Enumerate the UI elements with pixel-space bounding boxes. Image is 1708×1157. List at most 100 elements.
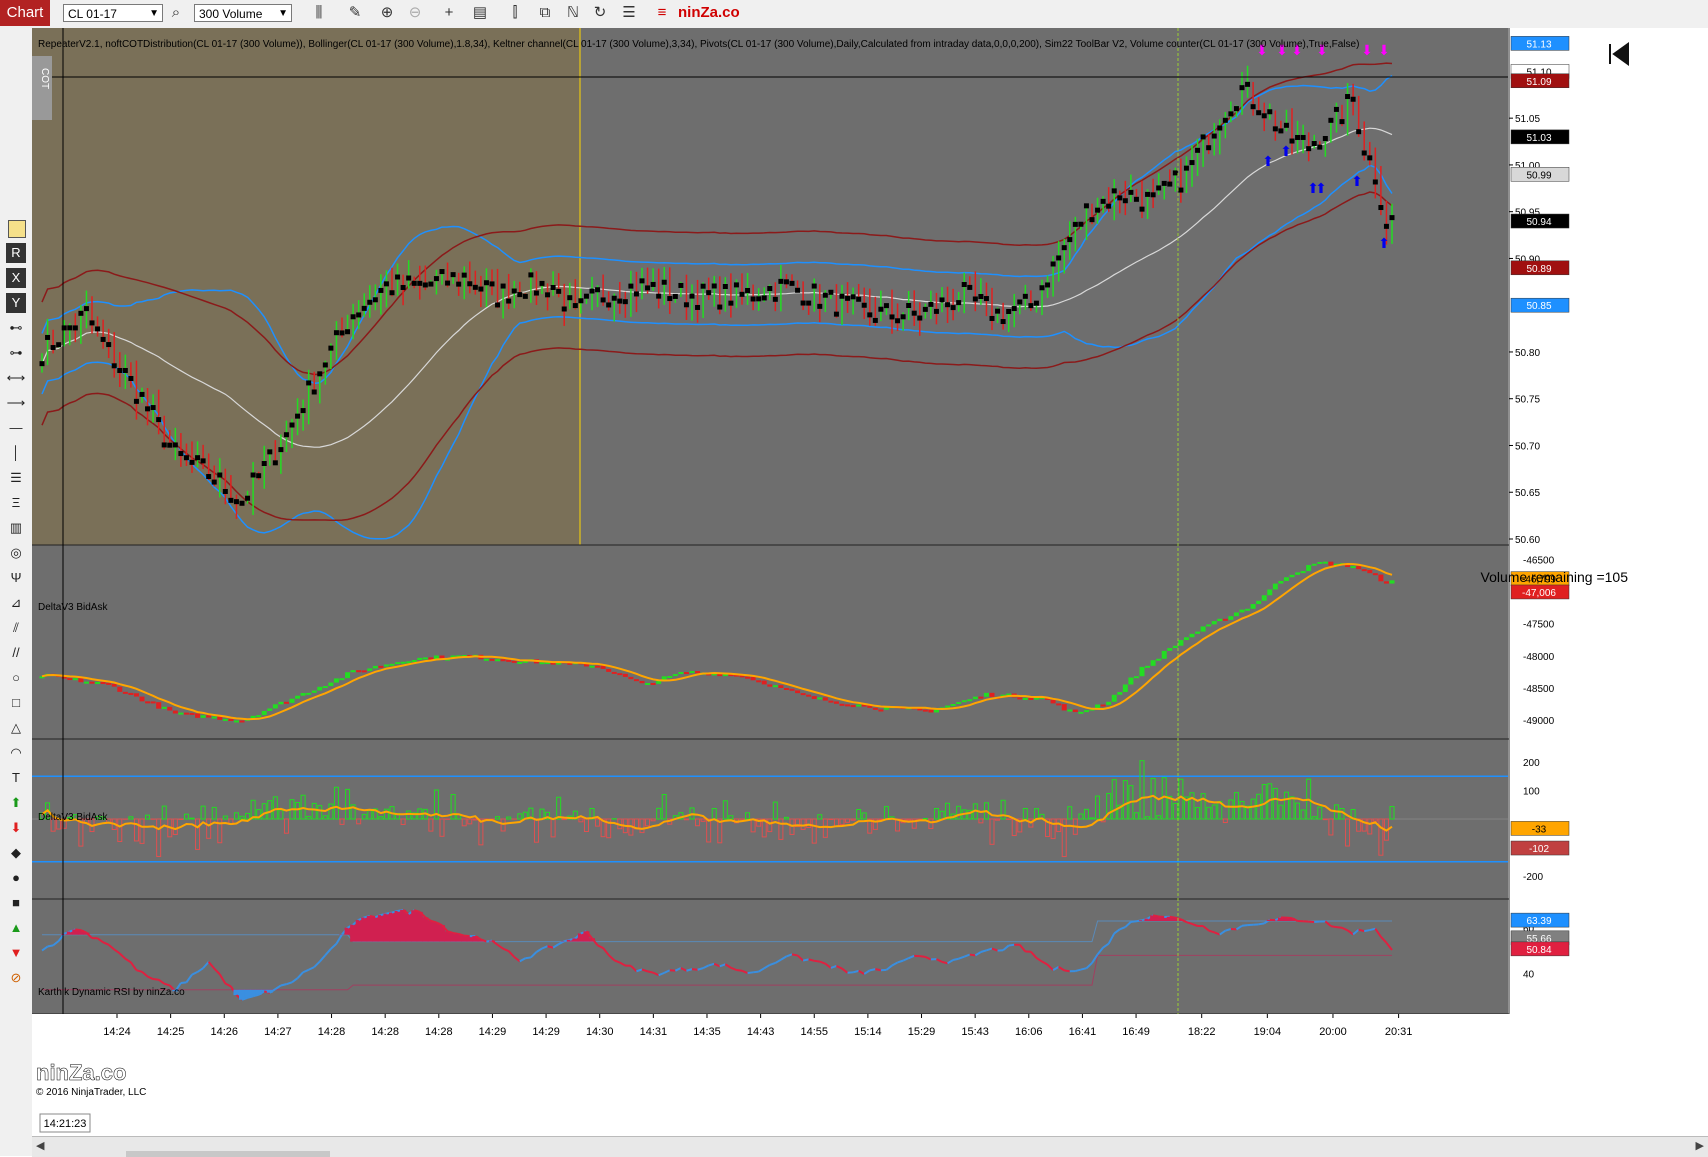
delta-candle (501, 659, 506, 661)
time-tick-label: 15:29 (908, 1026, 936, 1038)
period-select[interactable]: 300 Volume▼ (194, 4, 292, 22)
repeater-close-dot (1145, 192, 1150, 197)
delta-candle (284, 702, 289, 704)
delta-candle (1156, 659, 1161, 661)
cumulative-delta-panel[interactable] (32, 545, 1508, 739)
repeater-close-dot (301, 408, 306, 413)
scroll-right-icon[interactable]: ▶ (1696, 1139, 1704, 1152)
repeater-close-dot (762, 295, 767, 300)
remove-drawings-tool-icon[interactable]: ⊘ (6, 968, 26, 988)
dot-tool-icon[interactable]: ● (6, 868, 26, 888)
rsi-segment (1364, 930, 1370, 931)
delta-candle (1134, 676, 1139, 678)
diamond-tool-icon[interactable]: ◆ (6, 843, 26, 863)
repeater-close-dot (923, 307, 928, 312)
vertical-line-tool-icon[interactable]: │ (6, 443, 26, 463)
text-tool-icon[interactable]: T (6, 768, 26, 788)
bar-type-icon[interactable]: ⫼ (309, 3, 329, 23)
horizontal-line-tool-icon[interactable]: — (6, 418, 26, 438)
repeater-close-dot (423, 282, 428, 287)
repeater-close-dot (956, 300, 961, 305)
repeater-close-dot (1151, 192, 1156, 197)
arc-tool-icon[interactable]: ◠ (6, 743, 26, 763)
delta-candle (390, 664, 395, 666)
andrews-pitchfork-tool-icon[interactable]: Ψ (6, 568, 26, 588)
line-tool-icon[interactable]: ⊷ (6, 318, 26, 338)
crosshair-icon[interactable]: + (439, 3, 459, 23)
scrollbar-thumb[interactable] (126, 1151, 330, 1157)
delta-bars-panel[interactable] (32, 739, 1508, 899)
instrument-select[interactable]: CL 01-17▼ (63, 4, 163, 22)
arrow-up-tool-icon[interactable]: ⬆ (6, 793, 26, 813)
repeater-close-dot (445, 281, 450, 286)
risk-reward-tool-icon[interactable]: R (6, 243, 26, 263)
y-axis-tool-icon[interactable]: Y (6, 293, 26, 313)
data-box-icon[interactable]: ▤ (470, 3, 490, 23)
regression-channel-tool-icon[interactable]: ⫽ (6, 618, 26, 638)
delta-candle (873, 708, 878, 710)
delta-candle (395, 662, 400, 664)
delta-candle (790, 689, 795, 691)
delta-tick-label: -49000 (1523, 716, 1555, 727)
repeater-close-dot (345, 329, 350, 334)
extended-line-tool-icon[interactable]: ⟷ (6, 368, 26, 388)
pencil-icon[interactable]: ✎ (345, 3, 365, 23)
repeater-close-dot (1245, 82, 1250, 87)
repeater-close-dot (790, 281, 795, 286)
zoom-in-icon[interactable]: ⊕ (377, 3, 397, 23)
ninza-menu-icon[interactable]: ≡ (652, 3, 672, 23)
fib-circle-tool-icon[interactable]: ◎ (6, 543, 26, 563)
delta-candle (362, 670, 367, 672)
split-chart-icon[interactable]: ⫿ (505, 3, 525, 23)
repeater-close-dot (645, 285, 650, 290)
arrow-line-tool-icon[interactable]: ⟶ (6, 393, 26, 413)
rectangle-tool-icon[interactable]: □ (6, 693, 26, 713)
gann-fan-tool-icon[interactable]: ⊿ (6, 593, 26, 613)
rsi-segment (1170, 917, 1176, 918)
repeater-close-dot (1201, 134, 1206, 139)
delta-candle (945, 706, 950, 708)
fib-extension-tool-icon[interactable]: Ξ (6, 493, 26, 513)
scroll-left-icon[interactable]: ◀ (36, 1139, 44, 1152)
rsi-segment (1370, 929, 1376, 930)
trend-channel-tool-icon[interactable]: // (6, 643, 26, 663)
ellipse-tool-icon[interactable]: ○ (6, 668, 26, 688)
repeater-close-dot (1073, 222, 1078, 227)
delta-bars-panel-title: DeltaV3 BidAsk (38, 812, 108, 823)
properties-list-icon[interactable]: ☰ (619, 3, 639, 23)
ray-tool-icon[interactable]: ⊶ (6, 343, 26, 363)
time-tick-label: 14:29 (479, 1026, 507, 1038)
note-tool-icon[interactable] (8, 220, 26, 238)
strategies-icon[interactable]: ⧉ (535, 3, 555, 23)
arrow-down-tool-icon[interactable]: ⬇ (6, 818, 26, 838)
square-tool-icon[interactable]: ■ (6, 893, 26, 913)
x-axis-tool-icon[interactable]: X (6, 268, 26, 288)
delta-candle (778, 685, 783, 688)
rsi-segment (736, 970, 742, 971)
repeater-close-dot (1017, 299, 1022, 304)
repeater-close-dot (440, 269, 445, 274)
repeater-close-dot (1040, 285, 1045, 290)
triangle-tool-icon[interactable]: △ (6, 718, 26, 738)
repeater-close-dot (912, 311, 917, 316)
fib-time-tool-icon[interactable]: ▥ (6, 518, 26, 538)
chart-area[interactable]: ⬇⬇⬇⬇⬇⬇⬆⬆⬆⬆⬆⬆ 51.0551.0050.9550.9050.8050… (32, 28, 1708, 1136)
horizontal-scrollbar[interactable]: ◀ ▶ (32, 1136, 1708, 1157)
indicators-icon[interactable]: ℕ (563, 3, 583, 23)
triangle-up-tool-icon[interactable]: ▲ (6, 918, 26, 938)
price-panel[interactable]: ⬇⬇⬇⬇⬇⬇⬆⬆⬆⬆⬆⬆ (32, 28, 1508, 545)
delta-candle (84, 682, 89, 684)
refresh-icon[interactable]: ↻ (590, 3, 610, 23)
delta-candle (1112, 695, 1117, 702)
zoom-out-icon[interactable]: ⊖ (405, 3, 425, 23)
triangle-down-tool-icon[interactable]: ▼ (6, 943, 26, 963)
delta-candle (590, 666, 595, 668)
search-icon[interactable]: ⌕ (166, 3, 186, 23)
chart-menu-button[interactable]: Chart (0, 0, 50, 26)
ninza-brand-label[interactable]: ninZa.co (678, 4, 740, 21)
repeater-close-dot (406, 276, 411, 281)
repeater-close-dot (1356, 129, 1361, 134)
delta-candle (1317, 562, 1322, 564)
fib-retracement-tool-icon[interactable]: ☰ (6, 468, 26, 488)
dynamic-rsi-panel[interactable] (32, 899, 1508, 1014)
